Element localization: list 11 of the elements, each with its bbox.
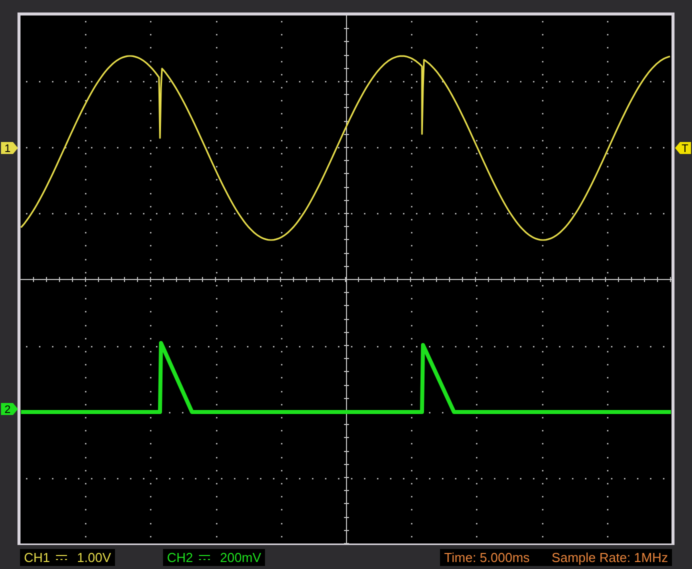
channel-marker[interactable]: 2 [1,403,18,416]
dc-coupling-icon [56,554,68,560]
time-per-division: Time: 5.000ms [444,550,530,564]
channel-name: CH1 [24,550,50,564]
channel-marker[interactable]: 1 [1,142,18,155]
volts-per-division: 1.00V [77,550,111,564]
volts-per-division: 200mV [220,550,262,564]
channel-name: CH2 [167,550,194,564]
trigger-marker[interactable]: T [675,142,691,155]
sample-rate: Sample Rate: 1MHz [552,550,668,564]
dc-coupling-icon [199,554,210,560]
